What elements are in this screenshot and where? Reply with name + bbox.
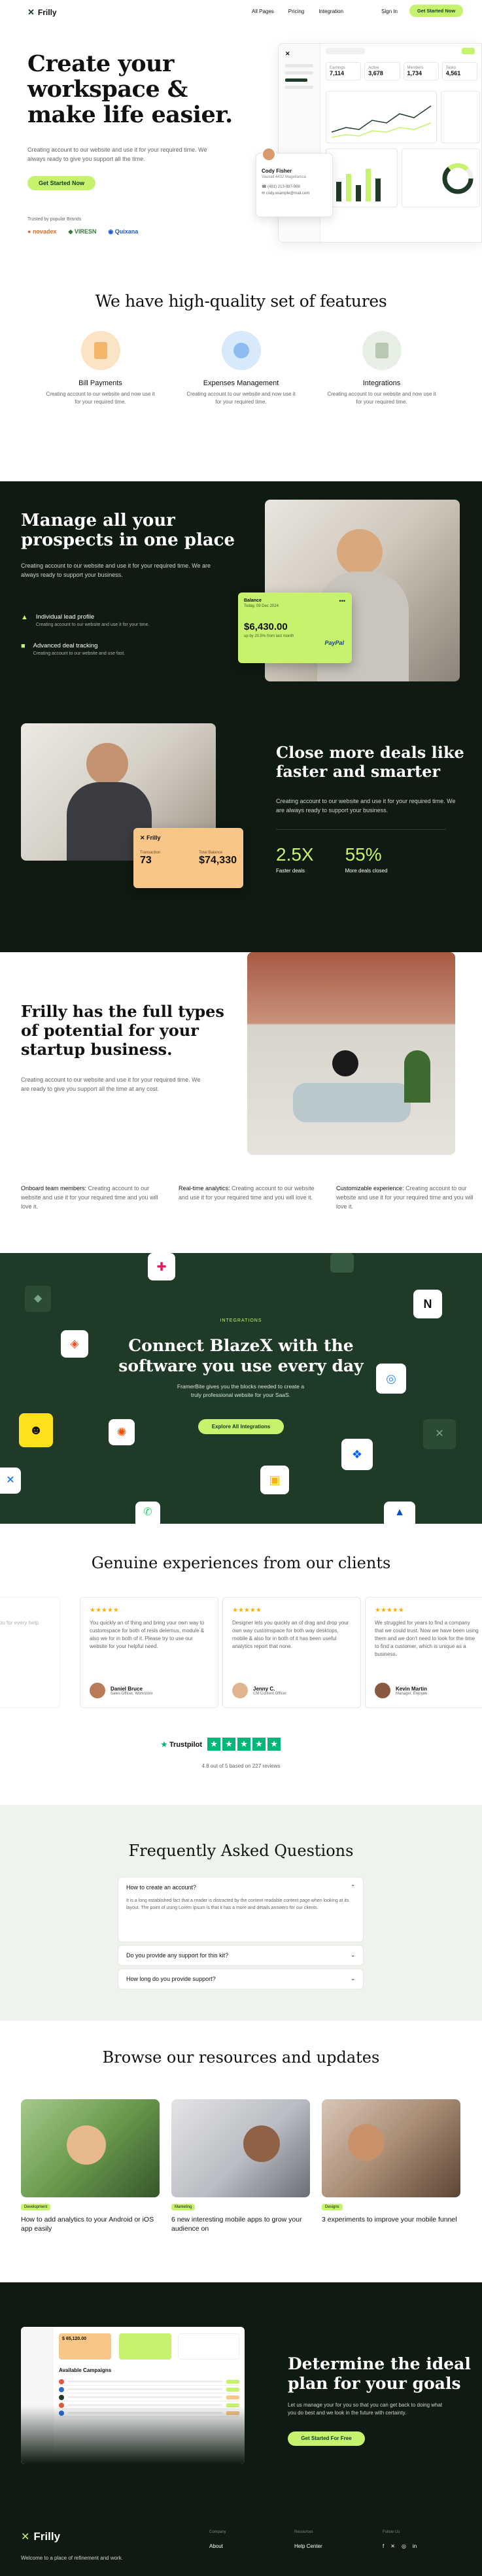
- balance-card: Balance Today, 09 Dec 2024 ••• $6,430.00…: [238, 592, 352, 663]
- article-image: [171, 2099, 310, 2197]
- sign-in-link[interactable]: Sign In: [381, 9, 398, 14]
- faq-item[interactable]: Do you provide any support for this kit?…: [118, 1945, 364, 1966]
- campaign-dashboard: $ 65,120.00 Available Campaigns: [21, 2327, 245, 2464]
- app-icon: ✕: [423, 1419, 456, 1449]
- expenses-icon: [221, 331, 261, 370]
- app-icon: ◆: [25, 1286, 51, 1312]
- trusted-label: Trusted by popular Brands: [27, 217, 82, 222]
- footer-link-help[interactable]: Help Center: [294, 2543, 322, 2549]
- testimonial-card: ★★★★★ You quickly an of thing and bring …: [80, 1597, 218, 1708]
- faq-item[interactable]: How long do you provide support? ⌄: [118, 1968, 364, 1989]
- testimonial-card: ★★★★★ We struggled for years to find a c…: [365, 1597, 482, 1708]
- features-title: We have high-quality set of features: [95, 292, 387, 311]
- dropbox-icon: ❖: [341, 1439, 373, 1470]
- testimonial-card: ★★★★★ Get your love and thanks to you fo…: [0, 1597, 60, 1708]
- hero-section: Create your workspace & make life easier…: [0, 24, 482, 252]
- trustpilot-badge[interactable]: ★ Trustpilot ★ ★ ★ ★ ★: [161, 1738, 281, 1751]
- nav-item-pricing[interactable]: Pricing: [288, 9, 304, 14]
- app-icon: [330, 1253, 354, 1273]
- get-started-button[interactable]: Get Started Now: [409, 5, 463, 17]
- chevron-down-icon: ⌄: [351, 1952, 355, 1958]
- slack-icon: ✚: [148, 1253, 175, 1280]
- feature-card: Expenses Management Creating account to …: [186, 331, 297, 406]
- resource-card[interactable]: Marketing 6 new interesting mobile apps …: [171, 2099, 310, 2233]
- avatar: [90, 1683, 105, 1698]
- potential-col: Onboard team members: Creating account t…: [21, 1185, 158, 1210]
- avatar: [262, 147, 276, 162]
- potential-section: Frilly has the full types of potential f…: [0, 952, 482, 1253]
- nav-item-integration[interactable]: Integration: [318, 9, 343, 14]
- contact-card: Cody Fisher Vauxall 4432 Magellanica ☎ (…: [256, 147, 333, 217]
- stat-faster: 2.5X Faster deals: [276, 844, 314, 874]
- chevron-up-icon: ⌃: [351, 1884, 355, 1890]
- bill-icon: [80, 331, 120, 370]
- testimonial-card: ★★★★★ Designer lets you quickly an of dr…: [222, 1597, 361, 1708]
- feature-card: Integrations Creating account to our web…: [326, 331, 438, 406]
- hero-subtitle: Creating account to our website and use …: [27, 146, 207, 162]
- plan-section: $ 65,120.00 Available Campaigns Determin…: [0, 2282, 482, 2576]
- whatsapp-icon: ✆: [135, 1502, 160, 1524]
- nav-item-pages[interactable]: All Pages: [252, 9, 274, 14]
- feature-card: Bill Payments Creating account to our we…: [45, 331, 156, 406]
- more-icon: •••: [339, 598, 345, 604]
- asana-icon: ✕: [0, 1468, 21, 1494]
- resource-card[interactable]: Designs 3 experiments to improve your mo…: [322, 2099, 460, 2224]
- brand-novadex: ● novadex: [27, 228, 57, 235]
- avatar: [232, 1683, 248, 1698]
- potential-col: Customizable experience: Creating accoun…: [336, 1185, 473, 1210]
- hero-title-line3: make life easier.: [27, 101, 233, 128]
- mailchimp-icon: ☻: [19, 1413, 53, 1447]
- integrations-icon: [362, 331, 402, 370]
- explore-integrations-button[interactable]: Explore All Integrations: [198, 1419, 284, 1434]
- transaction-card: ✕ Frilly Transaction 73 Total Balance $74,…: [133, 828, 243, 888]
- deal-icon: ■: [21, 642, 26, 650]
- hero-title-line2: workspace &: [27, 76, 188, 103]
- footer-link-about[interactable]: About: [209, 2543, 223, 2549]
- avatar: [375, 1683, 390, 1698]
- article-image: [21, 2099, 160, 2197]
- potential-col: Real-time analytics: Creating account to…: [179, 1185, 315, 1201]
- faq-item-open[interactable]: How to create an account? ⌃ It is a long …: [118, 1877, 364, 1942]
- resources-section: Browse our resources and updates Develop…: [0, 2021, 482, 2289]
- brand-viresn: ◆ VIRESN: [68, 228, 97, 235]
- dash-stat: Active 3,678: [364, 62, 400, 80]
- logo[interactable]: ✕ Frilly: [27, 7, 57, 18]
- testimonials-section: Genuine experiences from our clients ★★★…: [0, 1524, 482, 1805]
- logo-icon: ✕: [27, 7, 35, 17]
- integrations-section: ✚ ◆ N ◈ ◎ ☻ ✺ ❖ ✕ ✕ ▣ ✆ ▲ INTEGRATIONS C…: [0, 1253, 482, 1524]
- footer-logo[interactable]: ✕ Frilly: [21, 2530, 60, 2543]
- linkedin-icon[interactable]: in: [413, 2543, 417, 2549]
- gear-icon: ✺: [109, 1419, 135, 1445]
- article-image: [322, 2099, 460, 2197]
- resource-card[interactable]: Development How to add analytics to your…: [21, 2099, 160, 2233]
- top-nav: ✕ Frilly All Pages Pricing Integration S…: [0, 0, 482, 24]
- hero-cta-button[interactable]: Get Started Now: [27, 176, 95, 190]
- faq-section: Frequently Asked Questions How to create…: [0, 1805, 482, 2021]
- brand-quixana: ◉ Quixana: [108, 228, 139, 235]
- stat-more: 55% More deals closed: [345, 844, 388, 874]
- feature-item: ▲ Individual lead profile Creating accoun…: [21, 613, 150, 627]
- paypal-logo: PayPal: [324, 640, 344, 646]
- footer: ✕ Frilly Welcome to a place of refinement…: [21, 2530, 417, 2561]
- jira-icon: ▲: [384, 1502, 415, 1524]
- dash-stat: Tasks 4,561: [441, 62, 477, 80]
- dash-stat: Members 1,734: [403, 62, 439, 80]
- facebook-icon[interactable]: f: [383, 2543, 384, 2549]
- dash-stat: Earnings 7,114: [326, 62, 362, 80]
- hero-title-line1: Create your: [27, 50, 174, 77]
- sheets-icon: ▣: [260, 1466, 289, 1494]
- chevron-down-icon: ⌄: [351, 1976, 355, 1982]
- dash-line-chart: [326, 91, 437, 143]
- features-section: We have high-quality set of features Bil…: [0, 252, 482, 507]
- get-started-free-button[interactable]: Get Started For Free: [288, 2431, 365, 2446]
- feature-item: ■ Advanced deal tracking Creating account…: [21, 642, 126, 656]
- instagram-icon[interactable]: ◎: [402, 2543, 406, 2549]
- logo-icon: ✕: [21, 2532, 30, 2543]
- user-icon: ▲: [21, 613, 28, 621]
- notion-icon: N: [413, 1290, 442, 1318]
- prospects-section: Manage all your prospects in one place C…: [0, 481, 482, 952]
- lounge-photo: [247, 952, 455, 1155]
- twitter-icon[interactable]: ✕: [390, 2543, 395, 2549]
